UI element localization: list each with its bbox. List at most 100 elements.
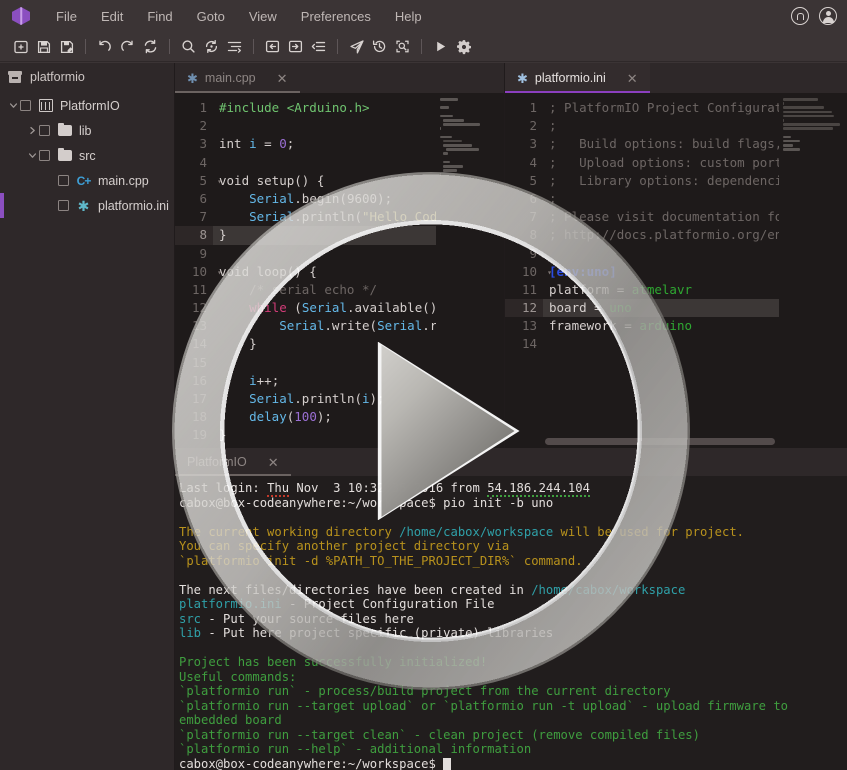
menu-item-file[interactable]: File (44, 5, 89, 28)
asterisk-modified-icon: ✱ (517, 70, 528, 86)
terminal-line: lib - Put here project specific (private… (179, 626, 554, 640)
terminal-tabbar: PlatformIO ✕ (175, 448, 847, 476)
close-icon[interactable]: ✕ (277, 72, 288, 85)
file-tree: PlatformIO lib src C+ main.cpp ✱ platformio.in… (0, 90, 174, 218)
expand-right-icon[interactable] (284, 36, 307, 58)
search-icon[interactable] (177, 36, 200, 58)
terminal-line: You can specify another project director… (179, 539, 510, 553)
minimap-line (443, 160, 451, 164)
close-icon[interactable]: ✕ (627, 72, 638, 85)
editor-area: ✱ main.cpp ✕ 1 2 3 4 5 ▾ 6 7 8 9 10 ▾ 11 12 13 14 15 16 17… (175, 63, 847, 770)
line-number: 15 (191, 354, 207, 370)
user-account-icon[interactable] (819, 7, 837, 25)
tree-item-src[interactable]: src (0, 143, 174, 168)
tab-platformio-ini[interactable]: ✱ platformio.ini ✕ (505, 63, 650, 93)
collapse-left-icon[interactable] (261, 36, 284, 58)
workspace: platformio PlatformIO lib src C+ main.cpp ✱ pl… (0, 63, 847, 770)
refresh-icon[interactable] (139, 36, 162, 58)
tree-item-lib[interactable]: lib (0, 118, 174, 143)
history-icon[interactable] (368, 36, 391, 58)
minimap-line (783, 118, 784, 122)
code-view-platformio-ini[interactable]: 1 2 3 4 5 6 7 8 9 10 ▾ 11 12 13 14 ; PlatformIO Projec… (505, 93, 847, 448)
line-number: 12 (505, 299, 543, 318)
line-number: 4 (199, 154, 207, 170)
tree-item-main-cpp[interactable]: C+ main.cpp (0, 168, 174, 193)
redo-icon[interactable] (116, 36, 139, 58)
ini-file-icon: ✱ (77, 197, 90, 214)
tree-item-platformio[interactable]: PlatformIO (0, 93, 174, 118)
tree-item-label: lib (79, 123, 92, 138)
minimap-line (443, 118, 464, 122)
line-number: 18 (191, 409, 207, 425)
sync-icon[interactable] (200, 36, 223, 58)
menu-item-help[interactable]: Help (383, 5, 434, 28)
code-view-main-cpp[interactable]: 1 2 3 4 5 ▾ 6 7 8 9 10 ▾ 11 12 13 14 15 16 17 18 19 #include… (175, 93, 504, 448)
save-as-icon[interactable] (55, 36, 78, 58)
tab-main-cpp[interactable]: ✱ main.cpp ✕ (175, 63, 300, 93)
tree-item-checkbox[interactable] (58, 200, 69, 211)
minimap-line (783, 139, 801, 143)
close-icon[interactable]: ✕ (268, 456, 279, 469)
minimap-line (443, 152, 448, 156)
toggle-panel-icon[interactable] (307, 36, 330, 58)
tree-item-checkbox[interactable] (39, 125, 50, 136)
tree-item-label: PlatformIO (60, 98, 120, 113)
minimap[interactable] (779, 93, 847, 448)
menu-item-preferences[interactable]: Preferences (289, 5, 383, 28)
minimap-line (443, 165, 463, 168)
menu-item-goto[interactable]: Goto (185, 5, 237, 28)
editor-pane-platformio-ini: ✱ platformio.ini ✕ 1 2 3 4 5 6 7 8 9 10 ▾ 11 12 13 14 … (505, 63, 847, 448)
minimap[interactable] (436, 93, 504, 448)
terminal-output[interactable]: Last login: Thu Nov 3 10:32:35 2016 from… (175, 476, 847, 770)
line-number: 10 ▾ (521, 263, 552, 279)
menu-right-icons (791, 0, 837, 32)
terminal-line: cabox@box-codeanywhere:~/workspace$ (179, 757, 843, 770)
notifications-bell-icon[interactable] (791, 7, 809, 25)
tabbar-left: ✱ main.cpp ✕ (175, 63, 504, 93)
tree-item-platformio-ini[interactable]: ✱ platformio.ini (0, 193, 174, 218)
minimap-line (783, 127, 833, 130)
menu-item-find[interactable]: Find (135, 5, 184, 28)
cpp-file-icon: C+ (76, 173, 92, 188)
menu-item-edit[interactable]: Edit (89, 5, 135, 28)
save-icon[interactable] (32, 36, 55, 58)
line-number: 7 (199, 209, 207, 225)
tab-terminal-platformio[interactable]: PlatformIO ✕ (175, 448, 291, 476)
chevron-down-icon[interactable] (6, 101, 20, 110)
line-number: 9 (199, 245, 207, 261)
terminal-line: Useful commands: (179, 669, 297, 684)
toolbar-divider (337, 39, 338, 54)
chevron-down-icon[interactable] (25, 151, 39, 160)
terminal-line: `platformio run --target upload` or `pla… (179, 698, 796, 728)
tree-item-checkbox[interactable] (39, 150, 50, 161)
tree-item-checkbox[interactable] (20, 100, 31, 111)
new-file-icon[interactable] (9, 36, 32, 58)
inspect-icon[interactable] (391, 36, 414, 58)
minimap-line (443, 144, 472, 147)
line-number: 5 (529, 172, 537, 188)
minimap-line (783, 144, 793, 147)
undo-icon[interactable] (93, 36, 116, 58)
deploy-send-icon[interactable] (345, 36, 368, 58)
terminal-panel: PlatformIO ✕ Last login: Thu Nov 3 10:32… (175, 448, 847, 770)
line-number: 5 ▾ (199, 172, 222, 188)
settings-gear-icon[interactable] (452, 36, 475, 58)
explorer-header: platformio (0, 63, 174, 90)
terminal-line: Last login: Thu Nov 3 10:32:35 2016 from… (179, 481, 590, 497)
chevron-right-icon[interactable] (25, 126, 39, 135)
tree-item-label: platformio.ini (98, 198, 169, 213)
line-number: 13 (521, 318, 537, 334)
terminal-line: cabox@box-codeanywhere:~/workspace$ pio … (179, 495, 554, 510)
line-number: 14 (191, 336, 207, 352)
tree-item-checkbox[interactable] (58, 175, 69, 186)
terminal-line: `platformio init -d %PATH_TO_THE_PROJECT… (179, 553, 583, 568)
menu-item-view[interactable]: View (237, 5, 289, 28)
terminal-cursor (443, 757, 452, 770)
toolbar (0, 32, 847, 62)
line-number-gutter: 1 2 3 4 5 ▾ 6 7 8 9 10 ▾ 11 12 13 14 15 16 17 18 19 (175, 93, 222, 448)
line-number: 6 (529, 190, 537, 206)
indent-lines-icon[interactable] (223, 36, 246, 58)
horizontal-scrollbar[interactable] (545, 438, 775, 445)
minimap-line (783, 98, 819, 101)
run-play-icon[interactable] (429, 36, 452, 58)
